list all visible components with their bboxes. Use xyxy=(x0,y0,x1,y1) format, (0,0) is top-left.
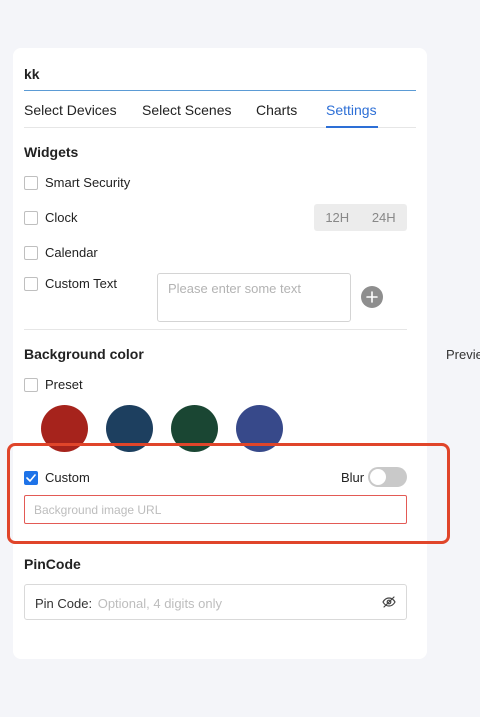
checkmark-icon xyxy=(26,473,36,482)
eye-slash-icon[interactable] xyxy=(382,595,396,612)
tab-select-devices[interactable]: Select Devices xyxy=(24,102,117,118)
clock-format-12h[interactable]: 12H xyxy=(314,204,361,231)
tab-select-scenes[interactable]: Select Scenes xyxy=(142,102,232,118)
preset-checkbox[interactable] xyxy=(24,377,38,392)
clock-label: Clock xyxy=(45,210,78,225)
preview-label: Previe xyxy=(446,347,480,362)
clock-option[interactable]: Clock xyxy=(24,210,78,225)
background-url-input[interactable]: Background image URL xyxy=(24,495,407,524)
tab-bar: Select Devices Select Scenes Charts Sett… xyxy=(24,92,416,128)
smart-security-checkbox[interactable] xyxy=(24,175,38,190)
custom-background-highlight xyxy=(7,443,450,544)
tab-settings[interactable]: Settings xyxy=(326,102,377,118)
pin-code-label: Pin Code: xyxy=(35,596,93,611)
widgets-section-title: Widgets xyxy=(24,144,79,160)
clock-format-toggle[interactable]: 12H 24H xyxy=(314,204,407,231)
add-text-icon[interactable] xyxy=(361,286,383,308)
custom-text-placeholder: Please enter some text xyxy=(168,281,301,296)
background-url-placeholder: Background image URL xyxy=(34,503,162,517)
pin-code-placeholder: Optional, 4 digits only xyxy=(97,596,223,611)
calendar-option[interactable]: Calendar xyxy=(24,245,98,260)
clock-format-24h[interactable]: 24H xyxy=(361,204,408,231)
clock-checkbox[interactable] xyxy=(24,210,38,225)
dashboard-name-value: kk xyxy=(24,66,40,82)
custom-option[interactable]: Custom xyxy=(24,470,90,485)
blur-label: Blur xyxy=(341,470,365,485)
preset-option[interactable]: Preset xyxy=(24,377,83,392)
custom-text-input[interactable]: Please enter some text xyxy=(157,273,351,322)
dashboard-name-input[interactable]: kk xyxy=(24,58,416,91)
preset-label: Preset xyxy=(45,377,83,392)
calendar-checkbox[interactable] xyxy=(24,245,38,260)
smart-security-label: Smart Security xyxy=(45,175,131,190)
custom-label: Custom xyxy=(45,470,90,485)
background-section-title: Background color xyxy=(24,346,144,362)
custom-text-option[interactable]: Custom Text xyxy=(24,276,117,291)
custom-text-label: Custom Text xyxy=(45,276,118,291)
section-divider xyxy=(24,329,407,330)
blur-toggle[interactable] xyxy=(368,467,407,487)
tab-active-indicator xyxy=(326,126,378,128)
pincode-section-title: PinCode xyxy=(24,556,81,572)
smart-security-option[interactable]: Smart Security xyxy=(24,175,130,190)
custom-text-checkbox[interactable] xyxy=(24,276,38,291)
pin-code-field[interactable]: Pin Code: Optional, 4 digits only xyxy=(24,584,407,620)
blur-toggle-knob xyxy=(370,469,386,485)
custom-checkbox[interactable] xyxy=(24,470,38,485)
calendar-label: Calendar xyxy=(45,245,98,260)
tab-charts[interactable]: Charts xyxy=(256,102,297,118)
